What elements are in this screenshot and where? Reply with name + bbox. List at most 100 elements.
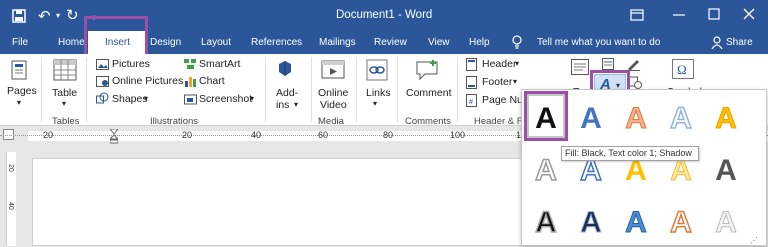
share-button[interactable]: Share [726, 37, 753, 48]
header-button[interactable]: Header [482, 58, 516, 70]
separator [265, 58, 266, 122]
indent-marker-icon[interactable] [110, 129, 118, 144]
ribbon-display-options-icon[interactable] [630, 9, 644, 21]
window-title: Document1 - Word [336, 9, 433, 21]
online-video-button[interactable]: Online [318, 87, 348, 99]
pictures-icon [96, 59, 109, 70]
footer-button[interactable]: Footer [482, 76, 512, 88]
online-pictures-icon [96, 76, 109, 87]
document-page[interactable] [32, 158, 528, 246]
pages-button[interactable]: Pages [7, 85, 37, 97]
table-icon [53, 59, 77, 81]
shapes-dropdown-icon[interactable]: ▾ [144, 94, 148, 103]
tab-file[interactable]: File [12, 37, 28, 48]
add-ins-button-line2[interactable]: ins [276, 99, 289, 111]
header-dropdown-icon[interactable]: ▾ [515, 59, 519, 68]
page-number-icon: # [466, 94, 477, 107]
tab-help[interactable]: Help [469, 37, 490, 48]
selected-style-highlight [524, 91, 568, 141]
redo-icon[interactable]: ↻ [66, 6, 79, 24]
separator [86, 58, 87, 122]
separator [397, 58, 398, 122]
online-video-button-line2[interactable]: Video [320, 99, 347, 111]
tab-mailings[interactable]: Mailings [319, 37, 356, 48]
ruler-tick: 20 [43, 130, 54, 140]
pages-icon [11, 60, 27, 80]
ruler-tick: 20 [182, 130, 193, 140]
tell-me-search[interactable]: Tell me what you want to do [537, 37, 660, 48]
svg-text:Ω: Ω [677, 62, 687, 77]
separator [457, 58, 458, 122]
tab-references[interactable]: References [251, 37, 302, 48]
svg-text:#: # [469, 99, 473, 106]
undo-dropdown-icon[interactable]: ▾ [56, 11, 60, 20]
header-icon [466, 58, 477, 71]
chart-button[interactable]: Chart [199, 75, 225, 87]
tab-home[interactable]: Home [58, 37, 85, 48]
maximize-icon[interactable] [708, 8, 720, 20]
tab-layout[interactable]: Layout [201, 37, 231, 48]
wordart-style-5[interactable]: A [715, 102, 738, 136]
ruler-tick: 40 [251, 130, 262, 140]
ruler-tick: 60 [318, 130, 329, 140]
footer-icon [466, 76, 477, 89]
add-ins-button[interactable]: Add- [276, 87, 298, 99]
wordart-style-14[interactable]: A [669, 205, 692, 240]
pages-dropdown-icon[interactable]: ▾ [17, 98, 21, 107]
page-number-button[interactable]: Page Nu [482, 94, 523, 106]
wordart-style-10[interactable]: A [715, 154, 737, 187]
screenshot-icon [184, 94, 197, 105]
gallery-resize-handle[interactable]: ⋰ [750, 236, 758, 245]
separator [41, 58, 42, 122]
quick-parts-icon[interactable] [602, 58, 614, 70]
footer-dropdown-icon[interactable]: ▾ [513, 77, 517, 86]
wordart-style-11[interactable]: A [534, 205, 557, 240]
wordart-style-2[interactable]: A [580, 102, 602, 135]
share-person-icon[interactable] [711, 36, 723, 49]
wordart-style-13[interactable]: A [625, 206, 648, 240]
table-button[interactable]: Table [52, 87, 77, 99]
wordart-style-3[interactable]: A [625, 102, 648, 136]
wordart-style-12[interactable]: A [580, 206, 603, 240]
shapes-button[interactable]: Shapes [112, 93, 148, 105]
chart-icon [185, 77, 196, 87]
shapes-icon [96, 92, 109, 104]
tab-design[interactable]: Design [150, 37, 181, 48]
undo-icon[interactable]: ↶ [38, 7, 51, 25]
links-button[interactable]: Links [366, 87, 391, 99]
separator [311, 58, 312, 122]
text-box-icon [571, 59, 589, 75]
date-time-icon[interactable] [628, 76, 642, 89]
style-tooltip: Fill: Black, Text color 1; Shadow [561, 146, 699, 161]
online-video-icon [321, 60, 345, 79]
add-ins-icon [279, 61, 291, 76]
wordart-style-4[interactable]: A [669, 101, 692, 136]
wordart-style-15[interactable]: A [715, 206, 738, 240]
smartart-button[interactable]: SmartArt [199, 58, 240, 70]
ruler-tick: 80 [383, 130, 394, 140]
comment-icon [416, 60, 438, 81]
separator [356, 58, 357, 122]
ruler-tick: 100 [450, 130, 466, 140]
links-dropdown-icon[interactable]: ▾ [373, 99, 377, 108]
pictures-button[interactable]: Pictures [112, 58, 150, 70]
signature-line-icon[interactable] [626, 57, 640, 71]
insert-tab-highlight [84, 16, 148, 57]
online-pictures-button[interactable]: Online Pictures [112, 75, 183, 87]
comment-button[interactable]: Comment [406, 87, 452, 99]
vertical-ruler-tick: 20 [7, 164, 14, 172]
screenshot-dropdown-icon[interactable]: ▾ [250, 94, 254, 103]
minimize-icon[interactable] [673, 14, 685, 16]
table-dropdown-icon[interactable]: ▾ [62, 99, 66, 108]
symbols-icon: Ω [672, 59, 694, 79]
smartart-icon [184, 59, 196, 69]
wordart-style-6[interactable]: A [534, 153, 557, 188]
add-ins-dropdown-icon[interactable]: ▾ [294, 100, 298, 109]
close-icon[interactable] [743, 8, 755, 20]
screenshot-button[interactable]: Screenshot [199, 93, 252, 105]
wordart-gallery: AAAAAAAAAAAAAAA [521, 89, 767, 246]
lightbulb-icon [512, 35, 522, 49]
tab-view[interactable]: View [428, 37, 450, 48]
tab-review[interactable]: Review [374, 37, 407, 48]
save-icon[interactable] [12, 9, 26, 23]
